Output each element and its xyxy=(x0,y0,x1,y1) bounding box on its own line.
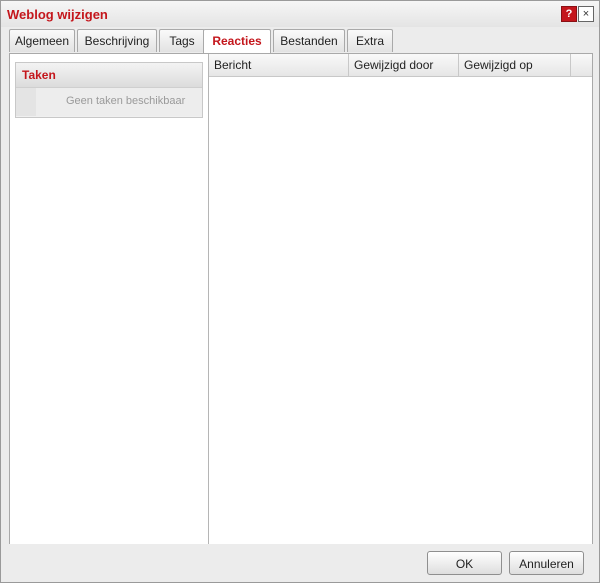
column-header-bericht[interactable]: Bericht xyxy=(209,54,349,76)
cancel-button[interactable]: Annuleren xyxy=(509,551,584,575)
tab-extra[interactable]: Extra xyxy=(347,29,393,52)
dialog-footer: OK Annuleren xyxy=(1,544,599,582)
column-header-gewijzigd-door[interactable]: Gewijzigd door xyxy=(349,54,459,76)
close-icon[interactable]: × xyxy=(578,6,594,22)
dialog-window: Weblog wijzigen ? × Algemeen Beschrijvin… xyxy=(0,0,600,583)
dialog-title: Weblog wijzigen xyxy=(7,7,108,22)
tab-bestanden[interactable]: Bestanden xyxy=(273,29,345,52)
title-bar[interactable]: Weblog wijzigen ? × xyxy=(1,1,599,27)
tasks-pane: Taken Geen taken beschikbaar xyxy=(10,54,209,544)
tasks-empty-message: Geen taken beschikbaar xyxy=(16,88,202,116)
tab-reacties[interactable]: Reacties xyxy=(203,29,271,54)
grid-header: Bericht Gewijzigd door Gewijzigd op xyxy=(209,54,592,77)
tab-beschrijving[interactable]: Beschrijving xyxy=(77,29,157,52)
tasks-panel: Taken Geen taken beschikbaar xyxy=(15,62,203,118)
ok-button[interactable]: OK xyxy=(427,551,502,575)
tab-content: Taken Geen taken beschikbaar Bericht Gew… xyxy=(9,53,593,545)
tasks-header[interactable]: Taken xyxy=(16,63,202,88)
tab-tags[interactable]: Tags xyxy=(159,29,205,52)
tab-bar: Algemeen Beschrijving Tags Reacties Best… xyxy=(9,29,591,54)
column-header-gewijzigd-op[interactable]: Gewijzigd op xyxy=(459,54,571,76)
tab-algemeen[interactable]: Algemeen xyxy=(9,29,75,52)
help-icon[interactable]: ? xyxy=(561,6,577,22)
comments-grid[interactable]: Bericht Gewijzigd door Gewijzigd op xyxy=(209,54,592,544)
